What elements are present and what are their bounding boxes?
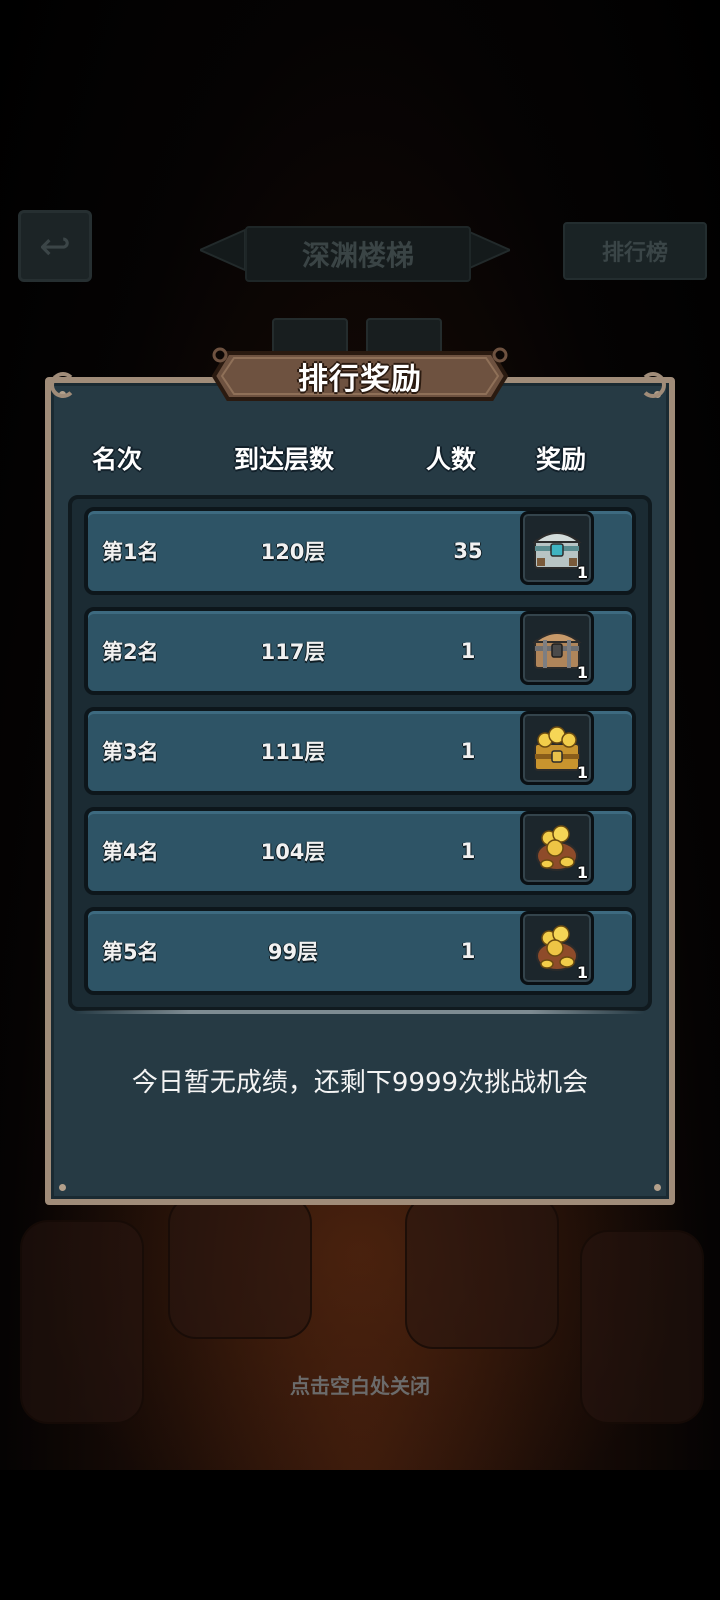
table-row: 第2名 117层 1 1	[84, 607, 636, 695]
floor-value: 120层	[260, 540, 326, 564]
back-arrow-icon: ↩	[39, 224, 71, 268]
corner-scroll	[640, 372, 666, 398]
count-value: 1	[460, 739, 476, 763]
close-hint[interactable]: 点击空白处关闭	[0, 1370, 720, 1399]
reward-slot[interactable]: 1	[520, 811, 594, 885]
back-button[interactable]: ↩	[18, 210, 92, 282]
reward-quantity: 1	[576, 563, 588, 582]
count-value: 1	[460, 939, 476, 963]
corner-scroll	[50, 372, 76, 398]
reward-slot[interactable]: 1	[520, 611, 594, 685]
leaderboard-button[interactable]: 排行榜	[563, 222, 707, 280]
table-row: 第1名 120层 35 1	[84, 507, 636, 595]
modal-title: 排行奖励	[298, 362, 422, 397]
rank-label: 第3名	[102, 740, 159, 764]
floor-value: 111层	[260, 740, 326, 764]
rivet	[59, 1184, 66, 1191]
floor-value: 104层	[260, 840, 326, 864]
reward-quantity: 1	[576, 863, 588, 882]
table-row: 第4名 104层 1 1	[84, 807, 636, 895]
divider	[75, 1010, 645, 1014]
reward-slot[interactable]: 1	[520, 911, 594, 985]
table-row: 第5名 99层 1 1	[84, 907, 636, 995]
count-value: 35	[453, 539, 483, 563]
reward-slot[interactable]: 1	[520, 711, 594, 785]
rank-label: 第4名	[102, 840, 159, 864]
reward-list[interactable]: 第1名 120层 35 1 第2名 117层 1 1 第3名 111层 1 1 …	[68, 495, 652, 1011]
floor-value: 117层	[260, 640, 326, 664]
reward-quantity: 1	[576, 763, 588, 782]
header-count: 人数	[426, 445, 477, 474]
header-floor: 到达层数	[234, 445, 335, 474]
rank-label: 第2名	[102, 640, 159, 664]
table-row: 第3名 111层 1 1	[84, 707, 636, 795]
reward-quantity: 1	[576, 663, 588, 682]
rank-label: 第5名	[102, 940, 159, 964]
floor-value: 99层	[267, 940, 319, 964]
rank-label: 第1名	[102, 540, 159, 564]
reward-slot[interactable]: 1	[520, 511, 594, 585]
bg-stone	[405, 1195, 559, 1349]
reward-quantity: 1	[576, 963, 588, 982]
status-message: 今日暂无成绩，还剩下9999次挑战机会	[131, 1068, 589, 1098]
header-reward: 奖励	[536, 445, 587, 474]
count-value: 1	[460, 639, 476, 663]
count-value: 1	[460, 839, 476, 863]
header-rank: 名次	[92, 445, 143, 474]
screen-title: 深渊楼梯	[245, 226, 471, 282]
rivet	[654, 1184, 661, 1191]
bg-stone	[168, 1195, 312, 1339]
bottom-bar	[0, 1470, 720, 1600]
